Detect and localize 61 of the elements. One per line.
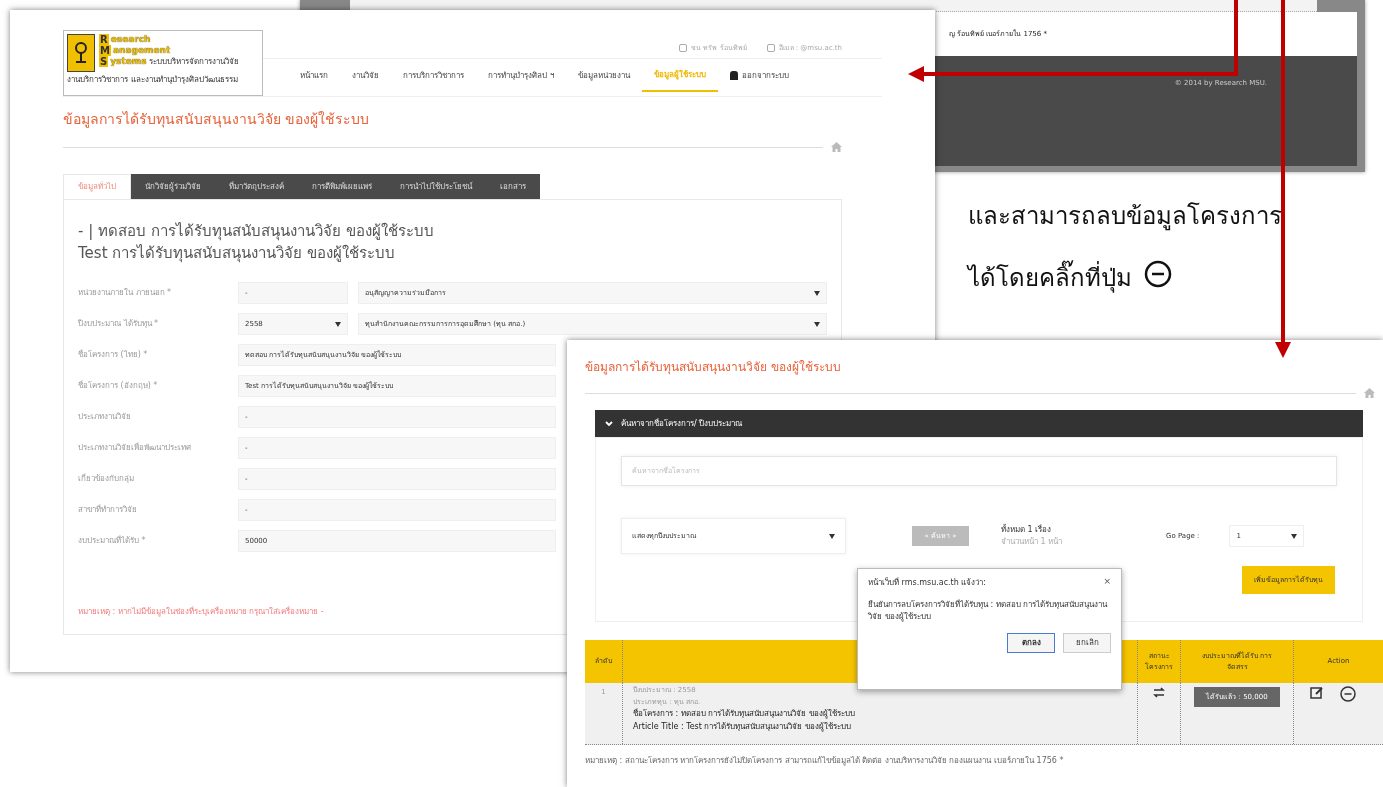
close-button[interactable]: × <box>1103 577 1111 586</box>
field-label: ปีงบประมาณ ได้รับทุน * <box>78 318 160 330</box>
field-label: เกี่ยวข้องกับกลุ่ม <box>78 473 135 485</box>
caret-icon <box>335 321 341 327</box>
field-label: สาขาที่ทำการวิจัย <box>78 504 138 516</box>
chevron-icon <box>605 420 613 427</box>
footer-note: หมายเหตุ : สถานะโครงการ หากโครงการยังไม่ปิดโครงการ สามารถแก้ไขข้อมูลได้ ติดต่อ งานบริหารงานวิจัย กองแผนงาน เบอร์ภายใน 1756 * <box>585 755 1064 767</box>
page-count: จำนวนหน้า 1 หน้า <box>1001 536 1064 548</box>
instruction-text: ได้โดยคลิ๊กที่ปุ่ม <box>968 260 1132 296</box>
page-title: ข้อมูลการได้รับทุนสนับสนุนงานวิจัย ของผู้ใช้ระบบ <box>63 110 370 130</box>
ok-button[interactable]: ตกลง <box>1007 633 1055 653</box>
tab[interactable]: นักวิจัยผู้ร่วมวิจัย <box>131 174 215 199</box>
home-icon <box>1364 388 1375 398</box>
nav-link[interactable]: การบริการวิชาการ <box>391 59 476 92</box>
page-title: ข้อมูลการได้รับทุนสนับสนุนงานวิจัย ของผู้ใช้ระบบ <box>585 359 841 376</box>
logo-word: esearch <box>110 34 151 45</box>
dialog-message: ยืนยันการลบโครงการวิจัยที่ได้รับทุน : ทดสอบ การได้รับทุนสนับสนุนงานวิจัย ของผู้ใช้ระบบ <box>868 599 1109 623</box>
minus-circle-icon <box>1144 260 1172 288</box>
record-heading: Test การได้รับทุนสนับสนุนงานวิจัย ของผู้ใช้ระบบ <box>78 243 396 264</box>
search-section-header[interactable]: ค้นหาจากชื่อโครงการ/ ปีงบประมาณ <box>595 410 1363 437</box>
caret-icon <box>1291 533 1298 539</box>
dialog-title: หน้าเว็บที่ rms.msu.ac.th แจ้งว่า: <box>868 577 987 589</box>
logo-subtitle: งานบริการวิชาการ และงานทำนุบำรุงศิลปวัฒนธรรม <box>67 74 239 86</box>
logo-letter: S <box>99 56 109 67</box>
logo-tagline: ระบบบริหารจัดการงานวิจัย <box>148 56 239 67</box>
field-label: ชื่อโครงการ (ไทย) * <box>78 349 149 361</box>
field-label: ชื่อโครงการ (อังกฤษ) * <box>78 380 159 392</box>
note-text: หมายเหตุ : หากไม่มีข้อมูลในช่องที่ระบุเครื่องหมาย กรุณาใส่เครื่องหมาย - <box>78 606 324 618</box>
nav-link[interactable]: การทำนุบำรุงศิลป ฯ <box>476 59 566 92</box>
nav-link[interactable]: ออกจากระบบ <box>717 59 801 92</box>
record-count: ทั้งหมด 1 เรื่อง <box>1001 524 1053 536</box>
tab[interactable]: การนำไปใช้ประโยชน์ <box>386 174 486 199</box>
field-label: ประเภทงานวิจัยเพื่อพัฒนาประเทศ <box>78 442 192 454</box>
record-heading: - | ทดสอบ การได้รับทุนสนับสนุนงานวิจัย ของผู้ใช้ระบบ <box>78 221 434 242</box>
project-detail-text: Article Title : Test การได้รับทุนสนับสนุนงานวิจัย ของผู้ใช้ระบบ <box>633 721 852 733</box>
tab[interactable]: ที่มาวัตถุประสงค์ <box>215 174 298 199</box>
search-section-title: ค้นหาจากชื่อโครงการ/ ปีงบประมาณ <box>621 417 743 430</box>
nav-link[interactable]: ข้อมูลหน่วยงาน <box>565 59 642 92</box>
project-detail-text: ชื่อโครงการ : ทดสอบ การได้รับทุนสนับสนุนงานวิจัย ของผู้ใช้ระบบ <box>633 708 856 720</box>
lock-icon <box>729 71 738 80</box>
logo-word: anagement <box>112 45 171 56</box>
delete-icon[interactable] <box>1340 686 1356 702</box>
instruction-text: และสามารถลบข้อมูลโครงการ <box>968 201 1282 233</box>
logo-letter: R <box>99 34 109 45</box>
logo-word: ystems <box>110 56 147 67</box>
nav-link[interactable]: งานวิจัย <box>340 59 391 92</box>
field-label: ประเภทงานวิจัย <box>78 411 132 423</box>
caret-icon <box>829 533 835 539</box>
field-label: งบประมาณที่ได้รับ * <box>78 535 147 547</box>
caret-icon <box>814 290 820 296</box>
refresh-icon <box>1152 687 1166 698</box>
caret-icon <box>814 321 820 327</box>
logo-letter: M <box>99 45 111 56</box>
nav-link[interactable]: หน้าแรก <box>288 59 340 92</box>
microscope-logo-icon <box>67 34 95 72</box>
tab[interactable]: เอกสาร <box>486 174 540 199</box>
edit-icon[interactable] <box>1310 686 1324 700</box>
tab[interactable]: การตีพิมพ์เผยแพร่ <box>298 174 386 199</box>
cancel-button[interactable]: ยกเลิก <box>1063 633 1111 653</box>
field-label: หน่วยงานภายใน ภายนอก * <box>78 287 173 299</box>
home-icon <box>831 142 842 152</box>
